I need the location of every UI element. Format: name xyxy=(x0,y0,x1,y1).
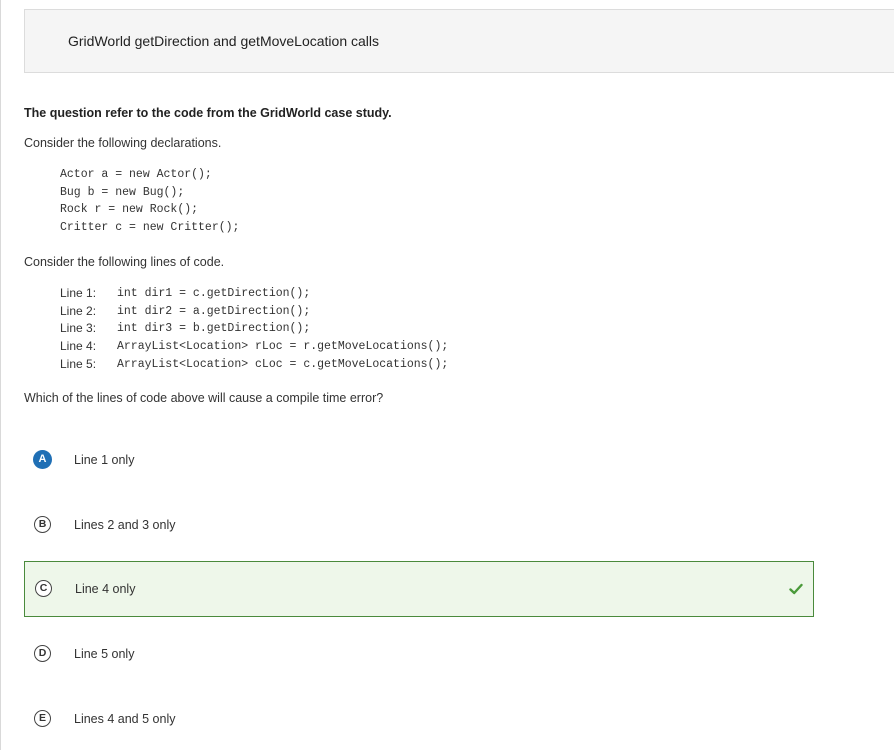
option-c[interactable]: C Line 4 only xyxy=(24,561,814,617)
lines-of-code: Line 1: int dir1 = c.getDirection(); Lin… xyxy=(60,285,448,373)
code-line-label: Line 3: xyxy=(60,321,97,336)
option-a[interactable]: A Line 1 only xyxy=(24,432,814,488)
code-row: Line 4: ArrayList<Location> rLoc = r.get… xyxy=(60,338,448,356)
code-line-label: Line 1: xyxy=(60,286,97,300)
question-page: GridWorld getDirection and getMoveLocati… xyxy=(0,0,894,750)
option-letter-badge: B xyxy=(34,516,51,533)
declaration-line: Bug b = new Bug(); xyxy=(60,185,185,199)
question-intro: The question refer to the code from the … xyxy=(24,106,392,120)
lines-prompt: Consider the following lines of code. xyxy=(24,255,225,269)
code-row: Line 1: int dir1 = c.getDirection(); xyxy=(60,285,448,303)
question-header: GridWorld getDirection and getMoveLocati… xyxy=(24,9,894,73)
declarations-prompt: Consider the following declarations. xyxy=(24,136,222,150)
declaration-line: Critter c = new Critter(); xyxy=(60,221,240,235)
option-label: Line 5 only xyxy=(74,647,135,661)
option-letter-badge: E xyxy=(34,710,51,727)
declaration-line: Actor a = new Actor(); xyxy=(60,168,212,181)
code-line-text: int dir3 = b.getDirection(); xyxy=(117,322,311,336)
code-line-text: ArrayList<Location> rLoc = r.getMoveLoca… xyxy=(117,340,449,354)
option-label: Line 4 only xyxy=(75,582,136,596)
option-e[interactable]: E Lines 4 and 5 only xyxy=(24,691,814,747)
option-d[interactable]: D Line 5 only xyxy=(24,626,814,682)
check-icon xyxy=(789,583,803,595)
option-b[interactable]: B Lines 2 and 3 only xyxy=(24,497,814,553)
code-row: Line 5: ArrayList<Location> cLoc = c.get… xyxy=(60,356,448,374)
code-line-label: Line 5: xyxy=(60,356,97,371)
question-title: GridWorld getDirection and getMoveLocati… xyxy=(68,33,380,49)
option-label: Line 1 only xyxy=(74,453,135,467)
option-letter-badge: A xyxy=(33,450,52,469)
code-line-text: ArrayList<Location> cLoc = c.getMoveLoca… xyxy=(117,357,449,371)
code-line-label: Line 2: xyxy=(60,303,97,318)
code-row: Line 2: int dir2 = a.getDirection(); xyxy=(60,303,448,321)
code-line-label: Line 4: xyxy=(60,339,97,354)
code-line-text: int dir1 = c.getDirection(); xyxy=(117,287,311,300)
option-letter-badge: D xyxy=(34,645,51,662)
question-text: Which of the lines of code above will ca… xyxy=(24,391,384,405)
declarations-code: Actor a = new Actor(); Bug b = new Bug()… xyxy=(60,166,239,237)
option-label: Lines 2 and 3 only xyxy=(74,518,176,532)
option-letter-badge: C xyxy=(35,580,52,597)
code-row: Line 3: int dir3 = b.getDirection(); xyxy=(60,320,448,338)
declaration-line: Rock r = new Rock(); xyxy=(60,203,199,217)
option-label: Lines 4 and 5 only xyxy=(74,712,176,726)
code-line-text: int dir2 = a.getDirection(); xyxy=(117,304,311,318)
